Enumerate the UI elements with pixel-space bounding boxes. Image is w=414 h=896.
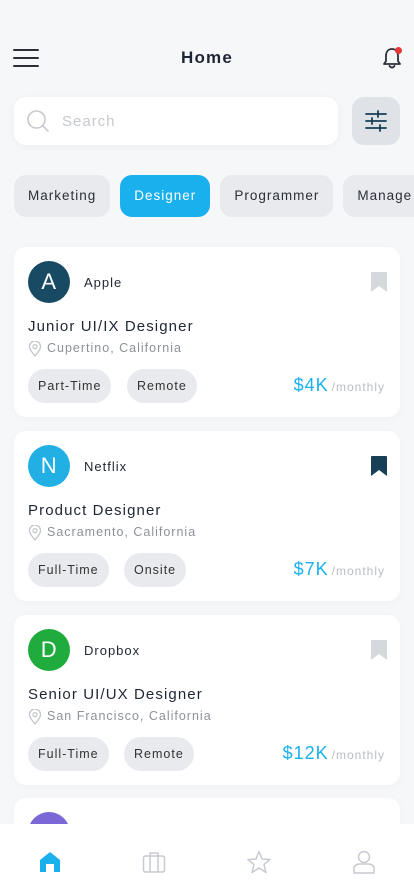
company-avatar: A	[28, 261, 70, 303]
bottom-nav	[0, 824, 414, 896]
job-salary: $4K/monthly	[294, 375, 385, 396]
nav-favorites[interactable]	[245, 848, 273, 876]
job-tag: Onsite	[124, 553, 187, 587]
category-chip-manage[interactable]: Manage	[343, 175, 414, 217]
nav-home[interactable]	[36, 848, 64, 876]
company-name: Netflix	[84, 459, 128, 474]
job-tag: Remote	[127, 369, 197, 403]
category-chip-designer[interactable]: Designer	[120, 175, 211, 217]
salary-amount: $4K	[293, 375, 329, 395]
user-icon	[353, 850, 375, 874]
job-tag: Full-Time	[28, 553, 109, 587]
nav-jobs[interactable]	[140, 848, 168, 876]
star-icon	[247, 850, 271, 874]
job-card[interactable]: A Apple Junior UI/IX Designer Cupertino,…	[14, 247, 400, 417]
briefcase-icon	[142, 852, 166, 873]
search-bar[interactable]	[14, 97, 338, 145]
top-bar: Home	[0, 36, 414, 80]
category-chip-marketing[interactable]: Marketing	[14, 175, 111, 217]
salary-period: /monthly	[331, 380, 385, 394]
salary-period: /monthly	[331, 748, 385, 762]
category-chip-programmer[interactable]: Programmer	[220, 175, 334, 217]
salary-period: /monthly	[331, 564, 385, 578]
company-avatar: N	[28, 445, 70, 487]
job-title: Product Designer	[28, 502, 162, 519]
company-name: Dropbox	[84, 643, 141, 658]
filter-button[interactable]	[352, 97, 400, 145]
category-chips: Marketing Designer Programmer Manage	[14, 175, 414, 217]
job-title: Senior UI/UX Designer	[28, 686, 203, 703]
job-salary: $7K/monthly	[294, 559, 385, 580]
job-location-text: Cupertino, California	[47, 341, 182, 355]
company-avatar: D	[28, 629, 70, 671]
job-tag: Remote	[124, 737, 194, 771]
page-title: Home	[180, 48, 234, 67]
company-name: Apple	[84, 275, 123, 290]
job-tag: Full-Time	[28, 737, 109, 771]
notification-dot	[395, 47, 402, 54]
bookmark-icon[interactable]	[371, 272, 387, 292]
search-input[interactable]	[62, 97, 322, 145]
location-pin-icon	[28, 525, 42, 541]
notification-bell-icon[interactable]	[381, 46, 403, 70]
sliders-icon	[365, 110, 387, 132]
job-location-text: San Francisco, California	[47, 709, 212, 723]
salary-amount: $7K	[293, 559, 329, 579]
bookmark-icon[interactable]	[371, 456, 387, 476]
job-card[interactable]: N Netflix Product Designer Sacramento, C…	[14, 431, 400, 601]
search-icon	[27, 110, 49, 132]
job-location-text: Sacramento, California	[47, 525, 197, 539]
nav-profile[interactable]	[350, 848, 378, 876]
job-title: Junior UI/IX Designer	[28, 318, 194, 335]
job-salary: $12K/monthly	[283, 743, 385, 764]
location-pin-icon	[28, 341, 42, 357]
job-card[interactable]: D Dropbox Senior UI/UX Designer San Fran…	[14, 615, 400, 785]
location-pin-icon	[28, 709, 42, 725]
job-tag: Part-Time	[28, 369, 112, 403]
bookmark-icon[interactable]	[371, 640, 387, 660]
salary-amount: $12K	[282, 743, 329, 763]
home-icon	[40, 852, 60, 872]
